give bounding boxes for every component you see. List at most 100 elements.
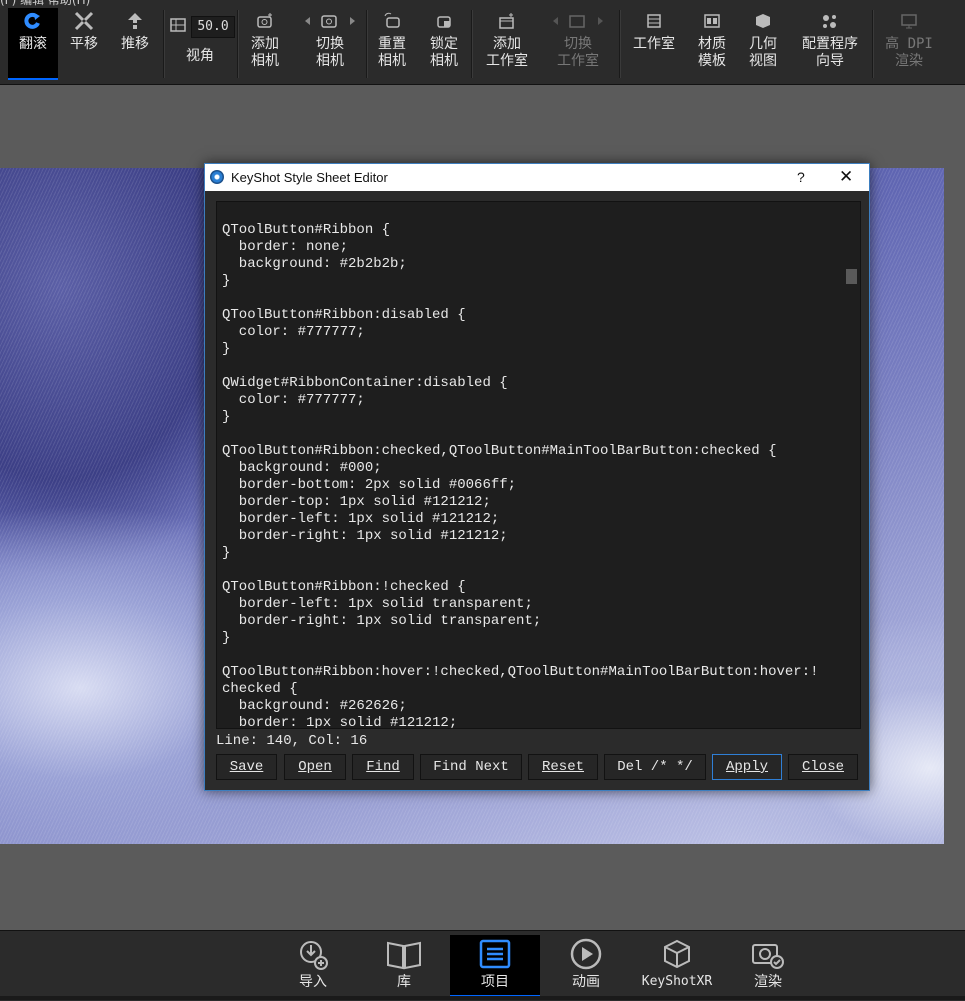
ribbon-separator xyxy=(366,10,368,78)
dolly-button[interactable]: 推移 xyxy=(110,8,160,80)
find-next-button[interactable]: Find Next xyxy=(420,754,522,780)
animation-button[interactable]: 动画 xyxy=(541,935,631,997)
del-comment-label: Del /* */ xyxy=(617,759,693,775)
tumble-label: 翻滚 xyxy=(19,36,47,52)
add-camera-icon xyxy=(256,8,274,34)
editor-scrollbar-handle[interactable] xyxy=(846,269,857,284)
library-label: 库 xyxy=(397,974,411,990)
ribbon-toolbar: (F) 编辑 帮助(H) 翻滚 平移 推移 50.0 视角 添加 相机 xyxy=(0,0,965,85)
window-bottom-edge xyxy=(0,996,965,1000)
fov-label-wrap: 视角 xyxy=(172,48,228,78)
lock-camera-icon xyxy=(435,8,453,34)
tumble-icon xyxy=(23,8,43,34)
high-dpi-render-button[interactable]: 高 DPI 渲染 xyxy=(880,8,938,80)
material-template-label: 材质 模板 xyxy=(698,36,726,69)
switch-studio-button[interactable]: 切换 工作室 xyxy=(540,8,616,80)
pan-button[interactable]: 平移 xyxy=(60,8,108,80)
code-editor[interactable]: QToolButton#Ribbon { border: none; backg… xyxy=(216,201,861,729)
switch-studio-label: 切换 工作室 xyxy=(557,36,599,69)
ribbon-separator xyxy=(872,10,874,78)
ribbon-separator xyxy=(237,10,239,78)
add-studio-button[interactable]: 添加 工作室 xyxy=(479,8,535,80)
material-template-icon xyxy=(703,8,721,34)
dolly-label: 推移 xyxy=(121,36,149,52)
fov-label: 视角 xyxy=(186,48,214,64)
open-button[interactable]: Open xyxy=(284,754,346,780)
pan-icon xyxy=(74,8,94,34)
apply-label: Apply xyxy=(725,759,768,775)
studio-icon xyxy=(645,8,663,34)
switch-studio-icon xyxy=(548,8,608,34)
fov-icon xyxy=(170,17,186,37)
studio-button[interactable]: 工作室 xyxy=(626,8,682,80)
geometry-view-icon xyxy=(754,8,772,34)
render-label: 渲染 xyxy=(754,974,782,990)
close-label: Close xyxy=(801,759,844,775)
project-button[interactable]: 项目 xyxy=(450,935,540,997)
reset-button[interactable]: Reset xyxy=(528,754,598,780)
bottom-toolbar: 导入 库 项目 动画 KeyShotXR 渲染 xyxy=(0,930,965,1001)
render-icon xyxy=(750,935,786,973)
animation-icon xyxy=(569,935,603,973)
reset-camera-icon xyxy=(383,8,401,34)
high-dpi-render-label: 高 DPI 渲染 xyxy=(885,36,933,69)
add-studio-icon xyxy=(498,8,516,34)
import-label: 导入 xyxy=(299,974,327,990)
find-label: Find xyxy=(366,759,400,775)
import-button[interactable]: 导入 xyxy=(268,935,358,997)
dialog-title: KeyShot Style Sheet Editor xyxy=(231,170,388,185)
lock-camera-button[interactable]: 锁定 相机 xyxy=(422,8,466,80)
render-button[interactable]: 渲染 xyxy=(723,935,813,997)
find-button[interactable]: Find xyxy=(352,754,414,780)
reset-label: Reset xyxy=(541,759,584,775)
reset-camera-label: 重置 相机 xyxy=(378,36,406,69)
library-button[interactable]: 库 xyxy=(359,935,449,997)
library-icon xyxy=(386,935,422,973)
animation-label: 动画 xyxy=(572,974,600,990)
configurator-wizard-icon xyxy=(820,8,840,34)
dolly-icon xyxy=(126,8,144,34)
save-label: Save xyxy=(229,759,264,775)
geometry-view-label: 几何 视图 xyxy=(749,36,777,69)
dialog-titlebar[interactable]: KeyShot Style Sheet Editor ? ✕ xyxy=(205,164,869,191)
code-text[interactable]: QToolButton#Ribbon { border: none; backg… xyxy=(222,222,819,728)
add-camera-button[interactable]: 添加 相机 xyxy=(243,8,287,80)
keyshot-logo-icon xyxy=(210,170,224,184)
project-label: 项目 xyxy=(481,974,509,990)
ribbon-separator xyxy=(619,10,621,78)
apply-button[interactable]: Apply xyxy=(712,754,782,780)
keyshotxr-icon xyxy=(660,935,694,973)
style-sheet-editor-dialog: KeyShot Style Sheet Editor ? ✕ QToolButt… xyxy=(204,163,870,791)
tumble-button[interactable]: 翻滚 xyxy=(8,8,58,80)
switch-camera-icon xyxy=(300,8,360,34)
cursor-position-status: Line: 140, Col: 16 xyxy=(216,733,368,749)
menu-bar-partial[interactable]: (F) 编辑 帮助(H) xyxy=(0,0,200,6)
material-template-button[interactable]: 材质 模板 xyxy=(692,8,732,80)
project-icon xyxy=(478,935,512,973)
add-studio-label: 添加 工作室 xyxy=(486,36,528,69)
close-icon[interactable]: ✕ xyxy=(839,167,853,187)
switch-camera-button[interactable]: 切换 相机 xyxy=(294,8,366,80)
geometry-view-button[interactable]: 几何 视图 xyxy=(743,8,783,80)
close-button[interactable]: Close xyxy=(788,754,858,780)
keyshotxr-label: KeyShotXR xyxy=(641,974,713,989)
fov-input[interactable]: 50.0 xyxy=(191,16,235,38)
lock-camera-label: 锁定 相机 xyxy=(430,36,458,69)
high-dpi-render-icon xyxy=(900,8,918,34)
studio-label: 工作室 xyxy=(633,36,675,52)
keyshotxr-button[interactable]: KeyShotXR xyxy=(632,935,722,997)
help-button[interactable]: ? xyxy=(797,169,805,185)
reset-camera-button[interactable]: 重置 相机 xyxy=(372,8,412,80)
find-next-label: Find Next xyxy=(433,759,509,775)
add-camera-label: 添加 相机 xyxy=(251,36,279,69)
del-comment-button[interactable]: Del /* */ xyxy=(604,754,706,780)
open-label: Open xyxy=(298,759,332,775)
ribbon-separator xyxy=(471,10,473,78)
switch-camera-label: 切换 相机 xyxy=(316,36,344,69)
ribbon-separator xyxy=(163,10,165,78)
save-button[interactable]: Save xyxy=(216,754,277,780)
configurator-wizard-label: 配置程序 向导 xyxy=(802,36,858,69)
pan-label: 平移 xyxy=(70,36,98,52)
import-icon xyxy=(296,935,330,973)
configurator-wizard-button[interactable]: 配置程序 向导 xyxy=(795,8,865,80)
